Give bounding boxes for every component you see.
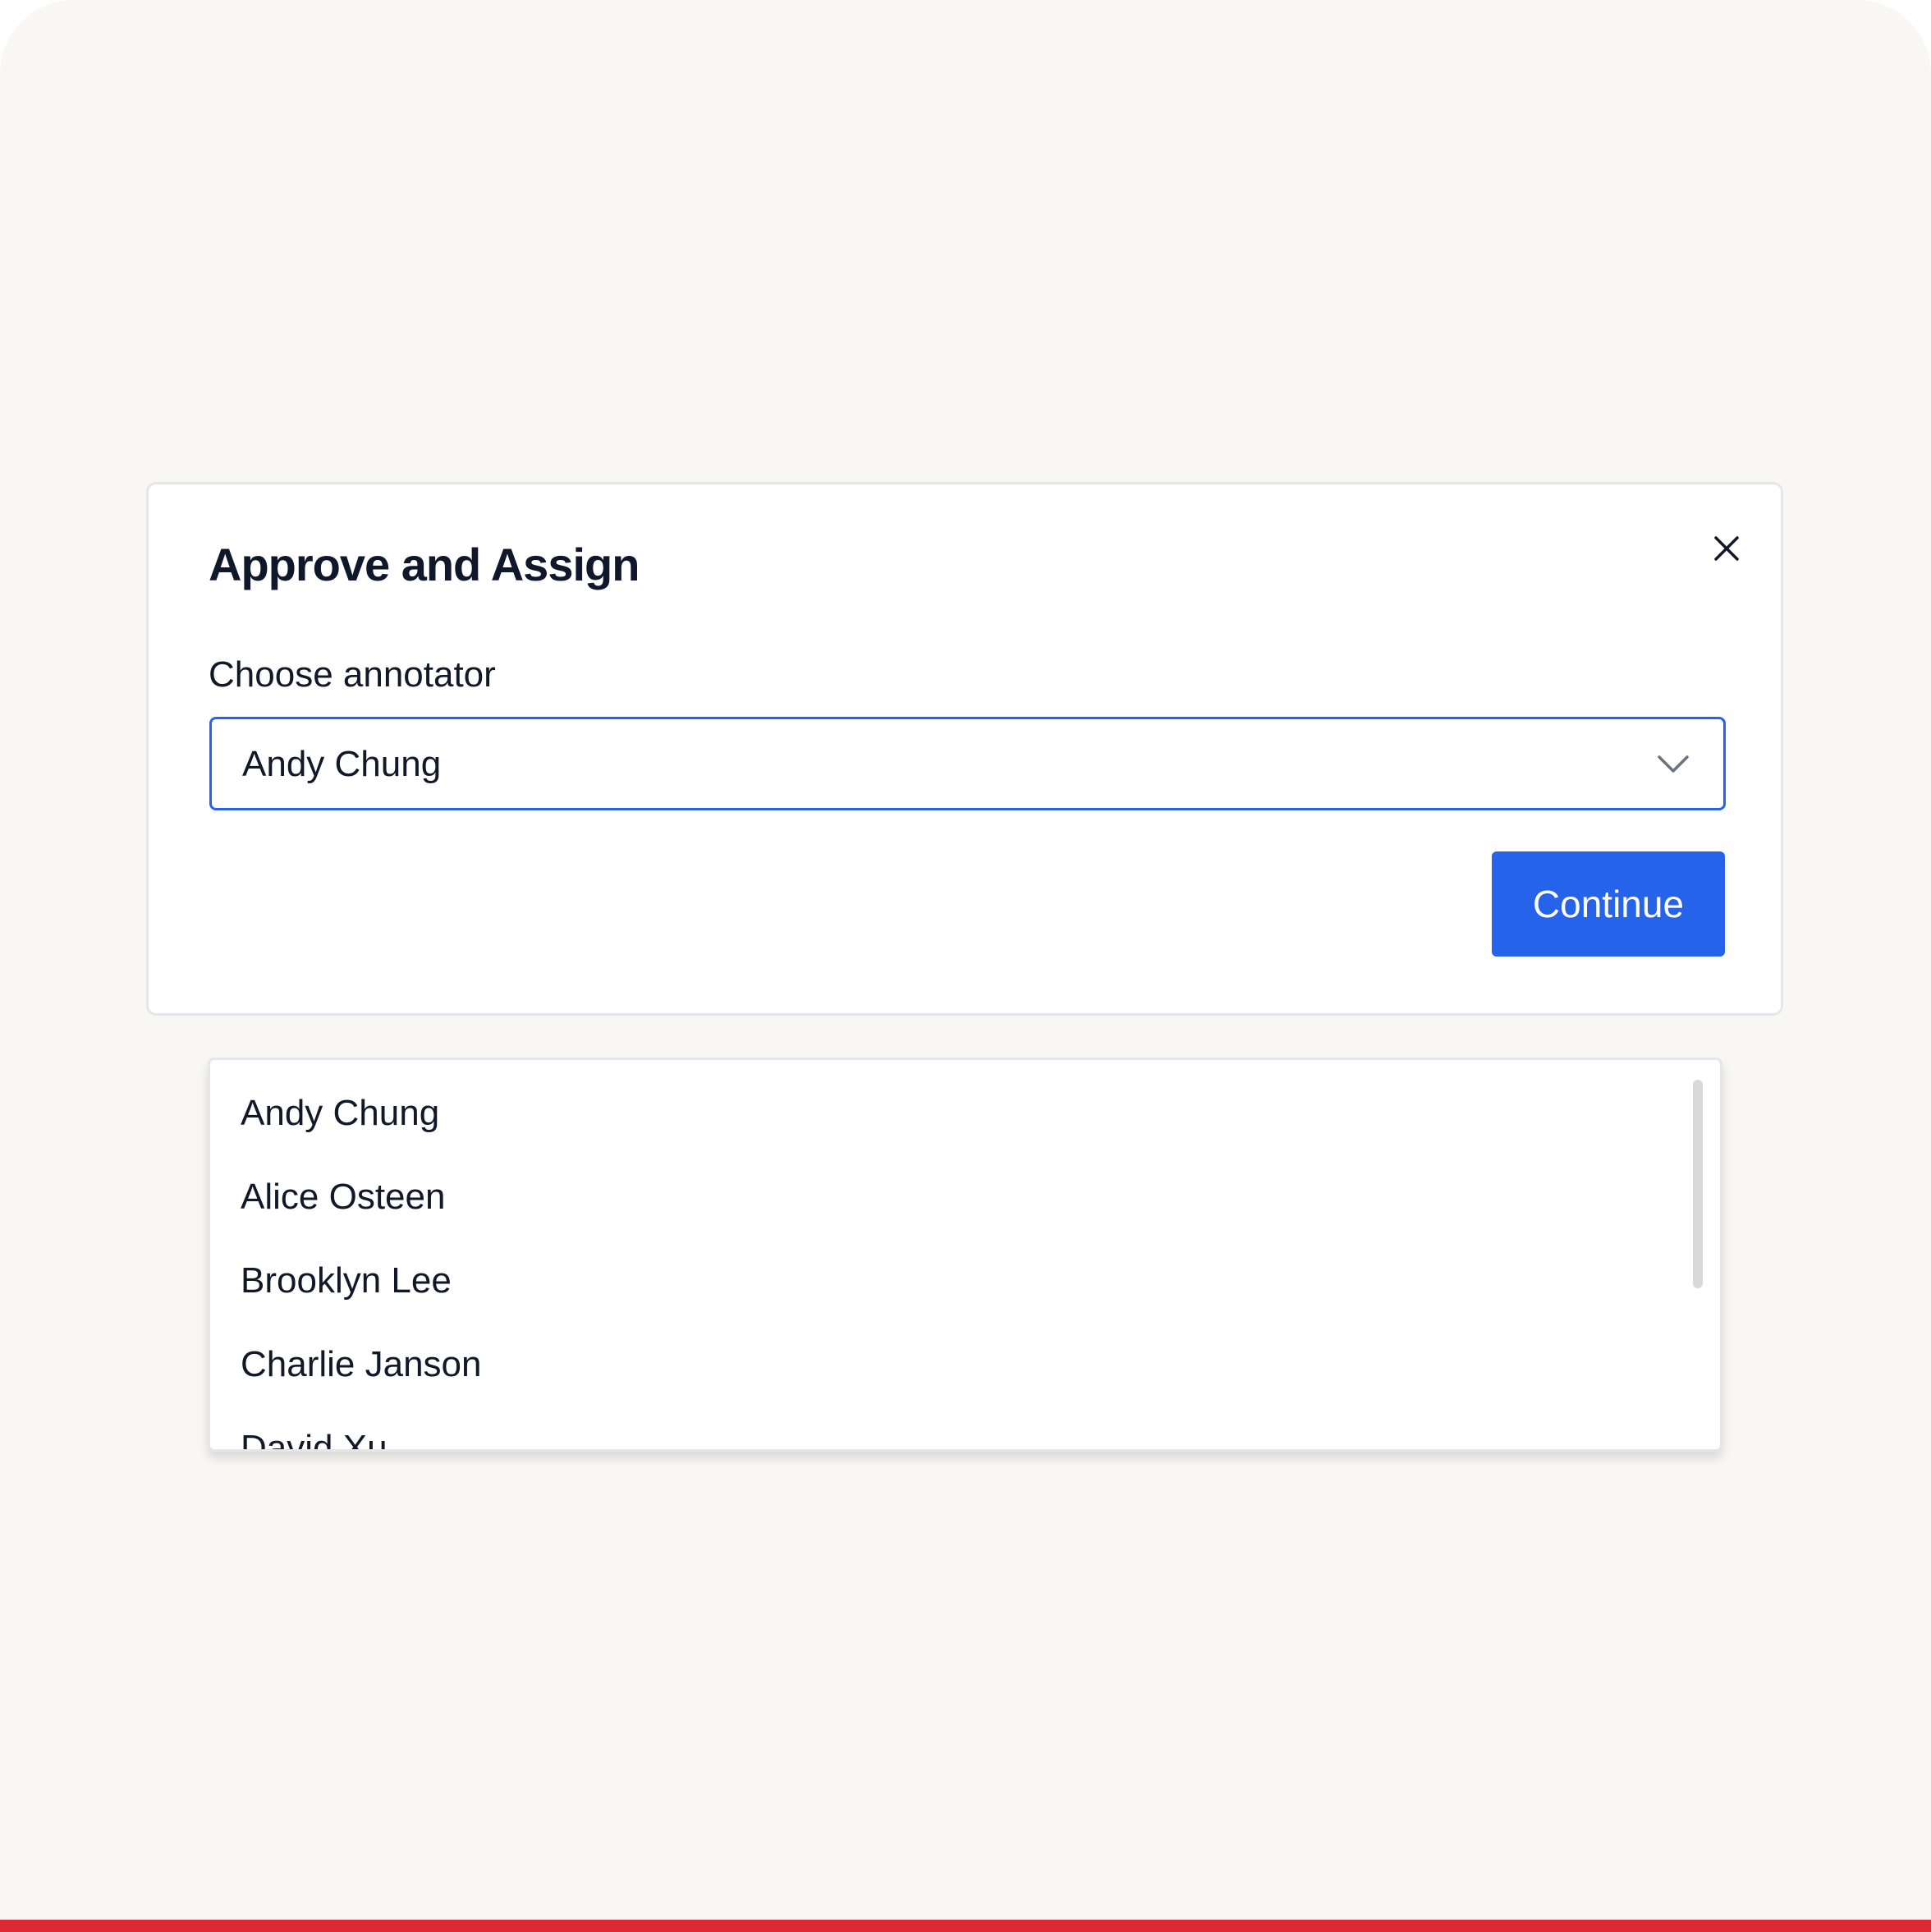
dialog-title: Approve and Assign bbox=[209, 539, 640, 590]
continue-button[interactable]: Continue bbox=[1492, 851, 1725, 957]
approve-assign-dialog: Approve and Assign Choose annotator Andy… bbox=[146, 482, 1783, 1016]
list-item[interactable]: Brooklyn Lee bbox=[241, 1263, 452, 1299]
annotator-field-label: Choose annotator bbox=[209, 654, 496, 695]
list-item[interactable]: Alice Osteen bbox=[241, 1179, 445, 1215]
list-item[interactable]: Charlie Janson bbox=[241, 1347, 482, 1383]
annotator-select-value: Andy Chung bbox=[242, 744, 442, 784]
list-item[interactable]: Andy Chung bbox=[241, 1095, 439, 1131]
list-item[interactable]: David Xu bbox=[241, 1430, 388, 1450]
bottom-accent-bar bbox=[0, 1920, 1931, 1932]
annotator-dropdown-list: Andy Chung Alice Osteen Brooklyn Lee Cha… bbox=[208, 1058, 1722, 1452]
close-button[interactable] bbox=[1706, 528, 1747, 569]
annotator-select[interactable]: Andy Chung bbox=[209, 717, 1726, 810]
chevron-down-icon[interactable] bbox=[1657, 753, 1690, 776]
dropdown-scrollbar[interactable] bbox=[1693, 1080, 1703, 1288]
app-screen: Approve and Assign Choose annotator Andy… bbox=[0, 0, 1931, 1932]
close-icon bbox=[1714, 536, 1739, 561]
